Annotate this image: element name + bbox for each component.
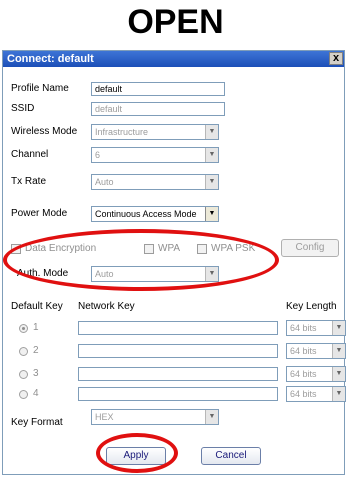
key-format-label: Key Format	[11, 417, 63, 428]
chevron-down-icon: ▼	[332, 387, 345, 401]
key-length-header: Key Length	[286, 301, 337, 312]
key-2-radio[interactable]	[19, 347, 28, 356]
network-key-3-input[interactable]	[78, 367, 278, 381]
key-1-length-select[interactable]: 64 bits ▼	[286, 320, 346, 336]
key-format-select[interactable]: HEX ▼	[91, 409, 219, 425]
chevron-down-icon: ▼	[332, 367, 345, 381]
key-2-length-select[interactable]: 64 bits ▼	[286, 343, 346, 359]
default-key-header: Default Key	[11, 301, 63, 312]
key-2-label: 2	[33, 345, 39, 356]
wireless-mode-select[interactable]: Infrastructure ▼	[91, 124, 219, 140]
config-button[interactable]: Config	[281, 239, 339, 257]
key-3-radio[interactable]	[19, 370, 28, 379]
wireless-mode-label: Wireless Mode	[11, 126, 78, 137]
channel-select[interactable]: 6 ▼	[91, 147, 219, 163]
apply-highlight-oval	[96, 433, 178, 473]
window-title: Connect: default	[7, 53, 94, 65]
tx-rate-select[interactable]: Auto ▼	[91, 174, 219, 190]
network-key-header: Network Key	[78, 301, 135, 312]
key-4-radio[interactable]	[19, 390, 28, 399]
key-3-length-value: 64 bits	[290, 369, 317, 379]
ssid-label: SSID	[11, 103, 35, 114]
cancel-button[interactable]: Cancel	[201, 447, 261, 465]
network-key-1-input[interactable]	[78, 321, 278, 335]
chevron-down-icon: ▼	[205, 207, 218, 221]
channel-label: Channel	[11, 149, 49, 160]
power-mode-value: Continuous Access Mode	[95, 209, 197, 219]
key-1-radio[interactable]	[19, 324, 28, 333]
profile-name-label: Profile Name	[11, 83, 69, 94]
connect-dialog: Connect: default x Profile Name default …	[2, 50, 346, 475]
key-4-length-select[interactable]: 64 bits ▼	[286, 386, 346, 402]
tx-rate-label: Tx Rate	[11, 176, 47, 187]
key-1-label: 1	[33, 322, 39, 333]
key-3-label: 3	[33, 368, 39, 379]
power-mode-select[interactable]: Continuous Access Mode ▼	[91, 206, 219, 222]
key-format-value: HEX	[95, 412, 114, 422]
key-3-length-select[interactable]: 64 bits ▼	[286, 366, 346, 382]
page-heading: OPEN	[127, 3, 224, 41]
wireless-mode-value: Infrastructure	[95, 127, 149, 137]
key-2-length-value: 64 bits	[290, 346, 317, 356]
chevron-down-icon: ▼	[205, 175, 218, 189]
key-4-length-value: 64 bits	[290, 389, 317, 399]
ssid-input[interactable]: default	[91, 102, 225, 116]
chevron-down-icon: ▼	[332, 321, 345, 335]
tx-rate-value: Auto	[95, 177, 114, 187]
network-key-4-input[interactable]	[78, 387, 278, 401]
profile-name-input[interactable]: default	[91, 82, 225, 96]
chevron-down-icon: ▼	[205, 410, 218, 424]
chevron-down-icon: ▼	[332, 344, 345, 358]
chevron-down-icon: ▼	[205, 125, 218, 139]
channel-value: 6	[95, 150, 101, 160]
close-icon[interactable]: x	[329, 52, 343, 65]
power-mode-label: Power Mode	[11, 208, 68, 219]
network-key-2-input[interactable]	[78, 344, 278, 358]
key-4-label: 4	[33, 388, 39, 399]
chevron-down-icon: ▼	[205, 148, 218, 162]
key-1-length-value: 64 bits	[290, 323, 317, 333]
title-bar: Connect: default x	[3, 51, 344, 67]
highlight-oval	[3, 229, 279, 291]
